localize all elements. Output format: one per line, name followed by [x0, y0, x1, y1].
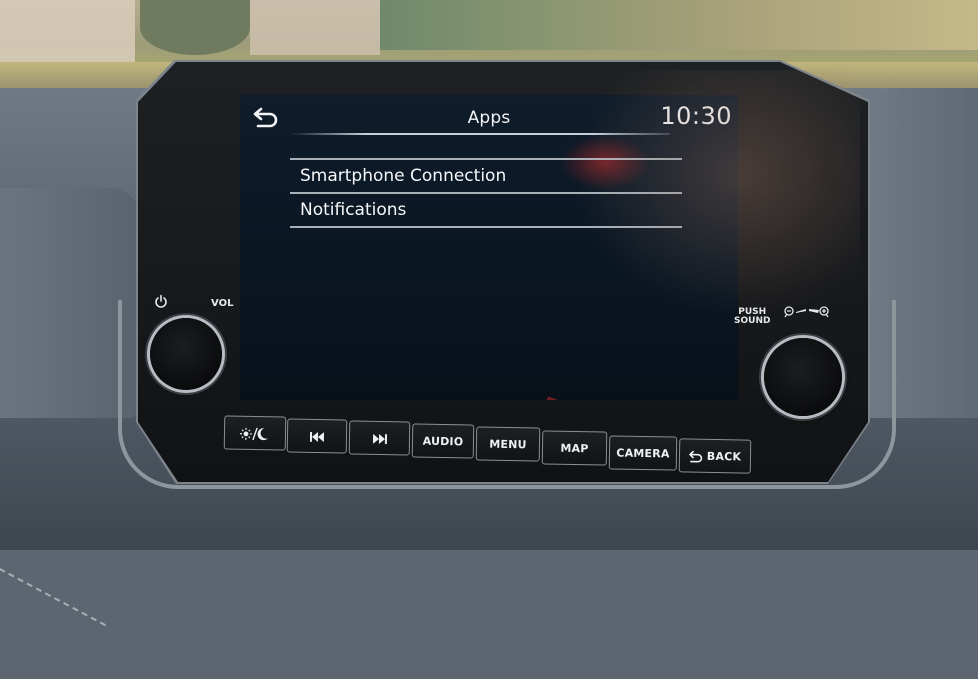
- audio-button[interactable]: AUDIO: [412, 423, 475, 458]
- map-button[interactable]: MAP: [542, 430, 608, 465]
- infotainment-screen: Apps 10:30 Smartphone Connection Notific…: [240, 95, 738, 400]
- previous-track-button[interactable]: [287, 418, 348, 453]
- camera-button[interactable]: CAMERA: [609, 435, 678, 470]
- menu-button[interactable]: MENU: [476, 426, 541, 461]
- status-bar: Apps 10:30: [240, 95, 738, 135]
- back-arrow-icon: [689, 450, 707, 463]
- apps-menu-list: Smartphone Connection Notifications: [290, 158, 682, 228]
- background-house: [250, 0, 380, 55]
- day-night-button[interactable]: [224, 415, 287, 450]
- menu-divider: [290, 226, 682, 228]
- menu-divider: [290, 158, 682, 160]
- power-icon: [154, 293, 168, 307]
- push-sound-line2: SOUND: [734, 317, 770, 326]
- back-button-label: BACK: [707, 450, 742, 464]
- dashboard-stitching: [0, 568, 106, 679]
- back-button[interactable]: BACK: [679, 438, 752, 473]
- title-divider: [290, 133, 670, 135]
- menu-item-smartphone-connection[interactable]: Smartphone Connection: [290, 160, 682, 192]
- push-sound-label: PUSH SOUND: [734, 308, 770, 326]
- menu-divider: [290, 192, 682, 194]
- background-tree: [140, 0, 250, 55]
- next-track-button[interactable]: [349, 420, 411, 455]
- sun-moon-icon: [240, 427, 270, 441]
- vol-label: VOL: [211, 299, 233, 309]
- menu-item-notifications[interactable]: Notifications: [290, 194, 682, 226]
- clock: 10:30: [660, 102, 732, 130]
- skip-previous-icon: [310, 430, 324, 443]
- background-house: [0, 0, 135, 65]
- skip-next-icon: [372, 432, 386, 445]
- tune-sound-knob[interactable]: [764, 338, 842, 416]
- zoom-out-in-scale-icon: [784, 304, 830, 320]
- volume-power-knob[interactable]: [150, 318, 222, 390]
- screen-reflection: [547, 396, 624, 400]
- background-greenery: [380, 0, 978, 50]
